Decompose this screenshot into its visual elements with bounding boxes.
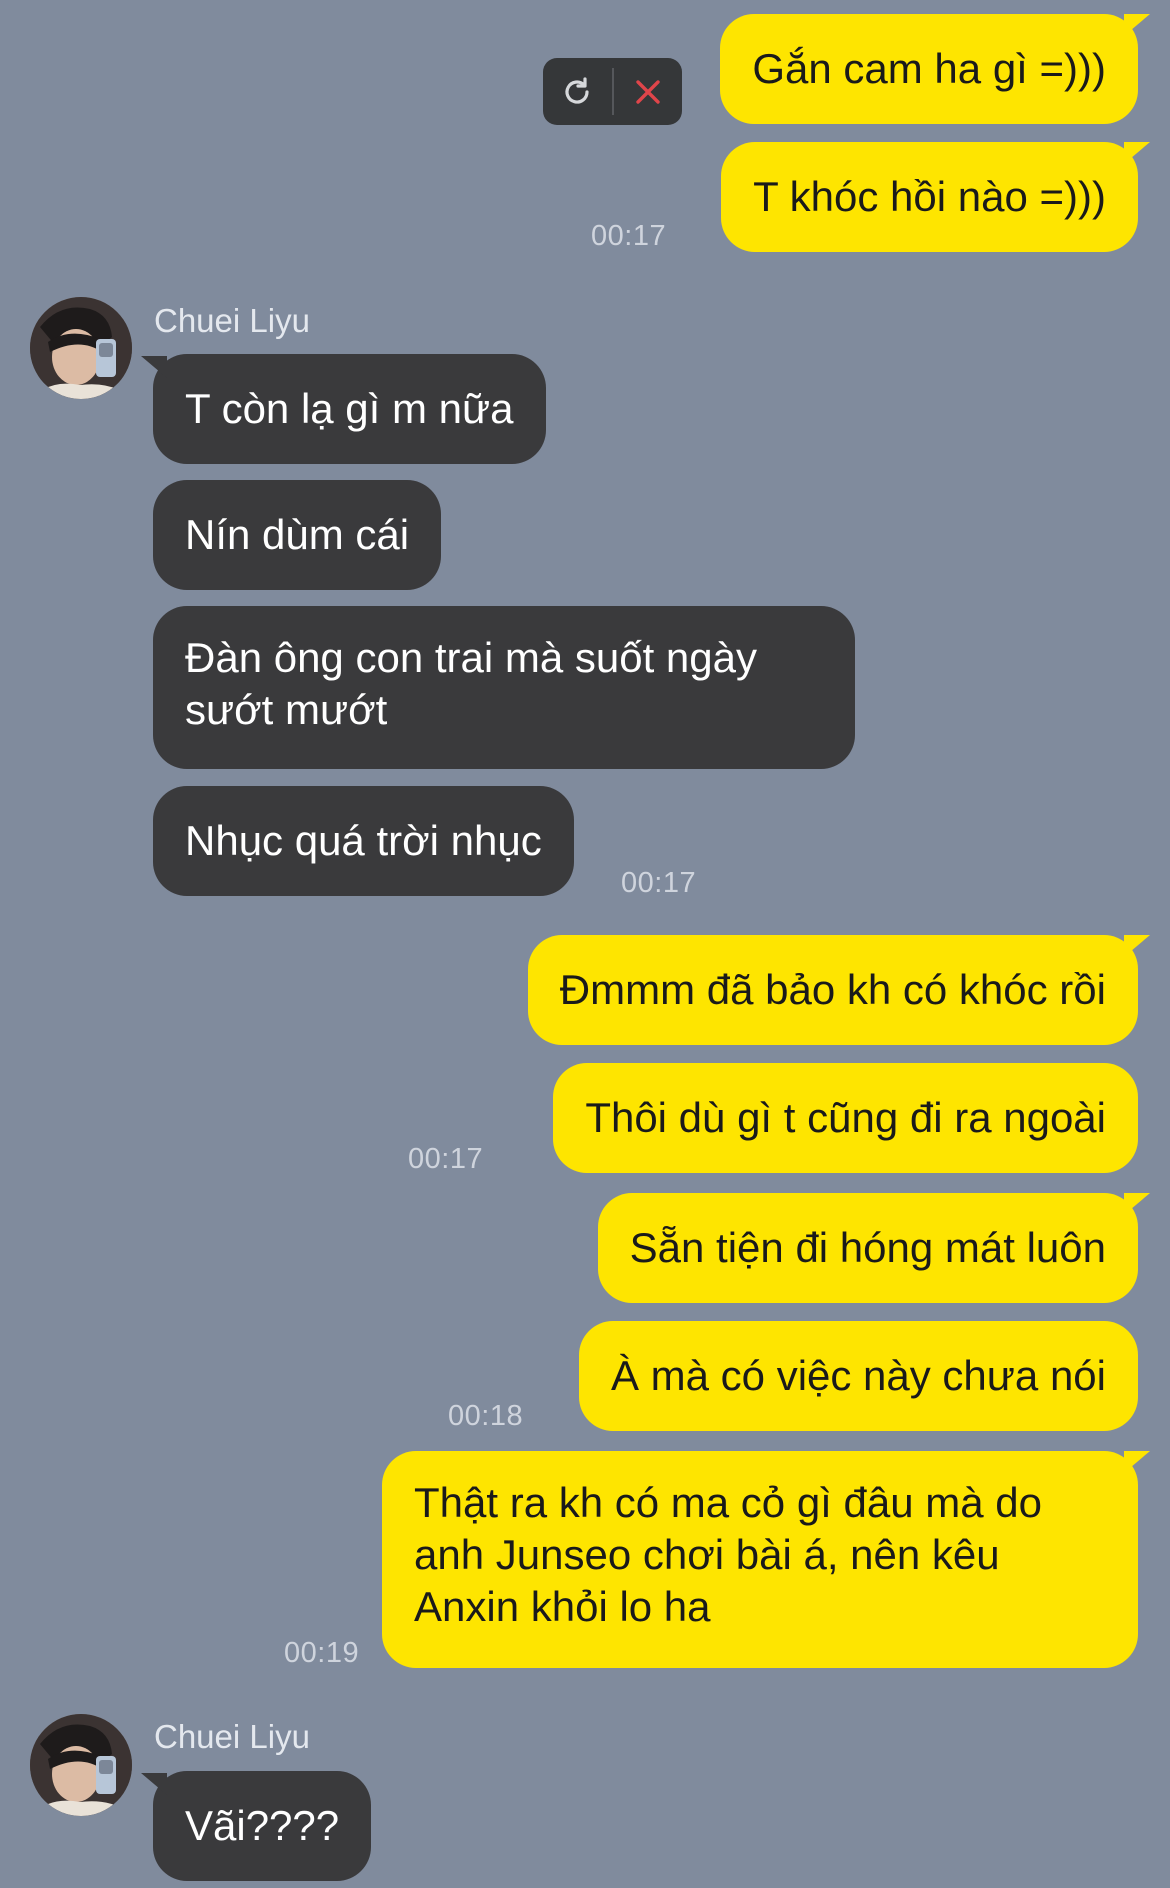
avatar[interactable] <box>30 1714 132 1816</box>
avatar-photo <box>30 297 132 399</box>
retry-button[interactable] <box>543 58 612 125</box>
message-text: Sẵn tiện đi hóng mát luôn <box>629 1224 1106 1271</box>
close-icon <box>636 79 660 104</box>
message-bubble-outgoing[interactable]: À mà có việc này chưa nói <box>578 1321 1138 1431</box>
message-bubble-incoming[interactable]: Nhục quá trời nhục <box>153 786 574 896</box>
message-bubble-incoming[interactable]: Vãi???? <box>153 1771 372 1881</box>
chat-view: Gắn cam ha gì =))) T khóc hồi nào =))) 0… <box>0 0 1170 1888</box>
message-text: Đàn ông con trai mà suốt ngày sướt mướt <box>185 634 758 733</box>
message-text: T còn lạ gì m nữa <box>185 385 514 432</box>
message-bubble-outgoing[interactable]: Gắn cam ha gì =))) <box>720 14 1138 124</box>
bubble-tail <box>1124 1193 1150 1215</box>
message-text: Vãi???? <box>185 1802 340 1849</box>
message-timestamp: 00:19 <box>284 1637 360 1669</box>
sender-name: Chuei Liyu <box>154 1718 310 1755</box>
avatar[interactable] <box>30 297 132 399</box>
avatar-photo <box>30 1714 132 1816</box>
message-bubble-outgoing[interactable]: Thật ra kh có ma cỏ gì đâu mà do anh Jun… <box>382 1451 1138 1668</box>
message-text: À mà có việc này chưa nói <box>610 1352 1106 1399</box>
message-text: Gắn cam ha gì =))) <box>752 45 1106 92</box>
delete-button[interactable] <box>614 58 683 125</box>
message-text: Thật ra kh có ma cỏ gì đâu mà do anh Jun… <box>414 1479 1042 1630</box>
message-bubble-outgoing[interactable]: Đmmm đã bảo kh có khóc rồi <box>527 935 1138 1045</box>
bubble-tail <box>1124 1451 1150 1473</box>
sender-name: Chuei Liyu <box>154 302 310 339</box>
message-bubble-outgoing[interactable]: Thôi dù gì t cũng đi ra ngoài <box>553 1063 1138 1173</box>
message-bubble-outgoing[interactable]: Sẵn tiện đi hóng mát luôn <box>597 1193 1138 1303</box>
message-text: Thôi dù gì t cũng đi ra ngoài <box>585 1094 1106 1141</box>
refresh-icon <box>565 76 589 104</box>
message-bubble-incoming[interactable]: Nín dùm cái <box>153 480 442 590</box>
message-text: T khóc hồi nào =))) <box>753 173 1106 220</box>
failed-message-actions <box>543 58 682 125</box>
message-bubble-incoming[interactable]: T còn lạ gì m nữa <box>153 354 546 464</box>
message-text: Nhục quá trời nhục <box>185 817 542 864</box>
message-text: Đmmm đã bảo kh có khóc rồi <box>559 966 1106 1013</box>
message-timestamp: 00:17 <box>408 1143 484 1175</box>
message-timestamp: 00:17 <box>621 867 697 899</box>
message-text: Nín dùm cái <box>185 511 410 558</box>
message-bubble-outgoing[interactable]: T khóc hồi nào =))) <box>721 142 1138 252</box>
message-bubble-incoming[interactable]: Đàn ông con trai mà suốt ngày sướt mướt <box>153 606 855 769</box>
message-timestamp: 00:18 <box>448 1400 524 1432</box>
bubble-tail <box>141 1773 167 1795</box>
message-timestamp: 00:17 <box>591 220 667 252</box>
